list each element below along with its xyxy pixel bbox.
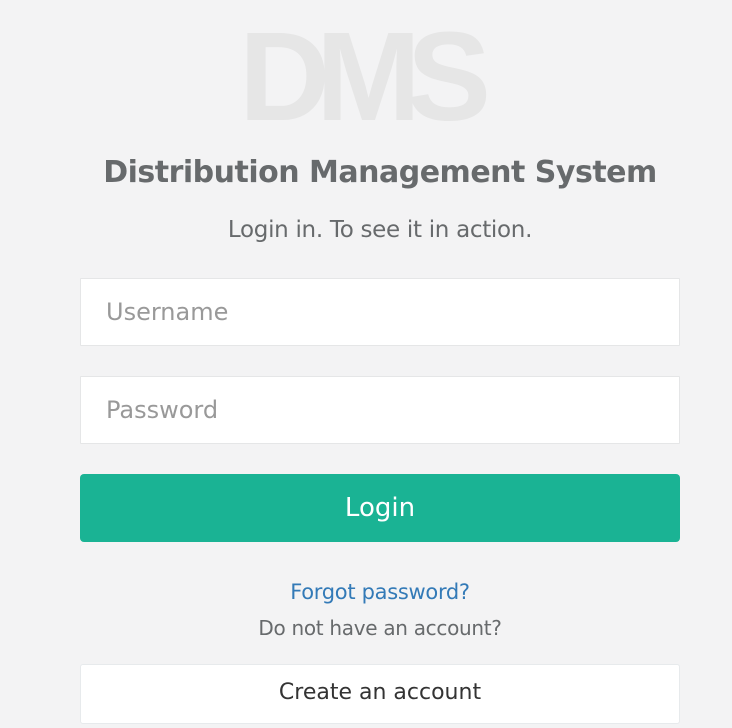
forgot-password-link[interactable]: Forgot password? [0, 578, 732, 606]
create-account-button[interactable]: Create an account [80, 664, 680, 724]
login-button[interactable]: Login [80, 474, 680, 542]
password-input[interactable] [80, 376, 680, 444]
dms-logo: DMS [239, 6, 491, 147]
username-input[interactable] [80, 278, 680, 346]
page-subtitle: Login in. To see it in action. [227, 217, 533, 243]
page-title: Distribution Management System [103, 155, 657, 190]
no-account-text: Do not have an account? [258, 616, 502, 640]
